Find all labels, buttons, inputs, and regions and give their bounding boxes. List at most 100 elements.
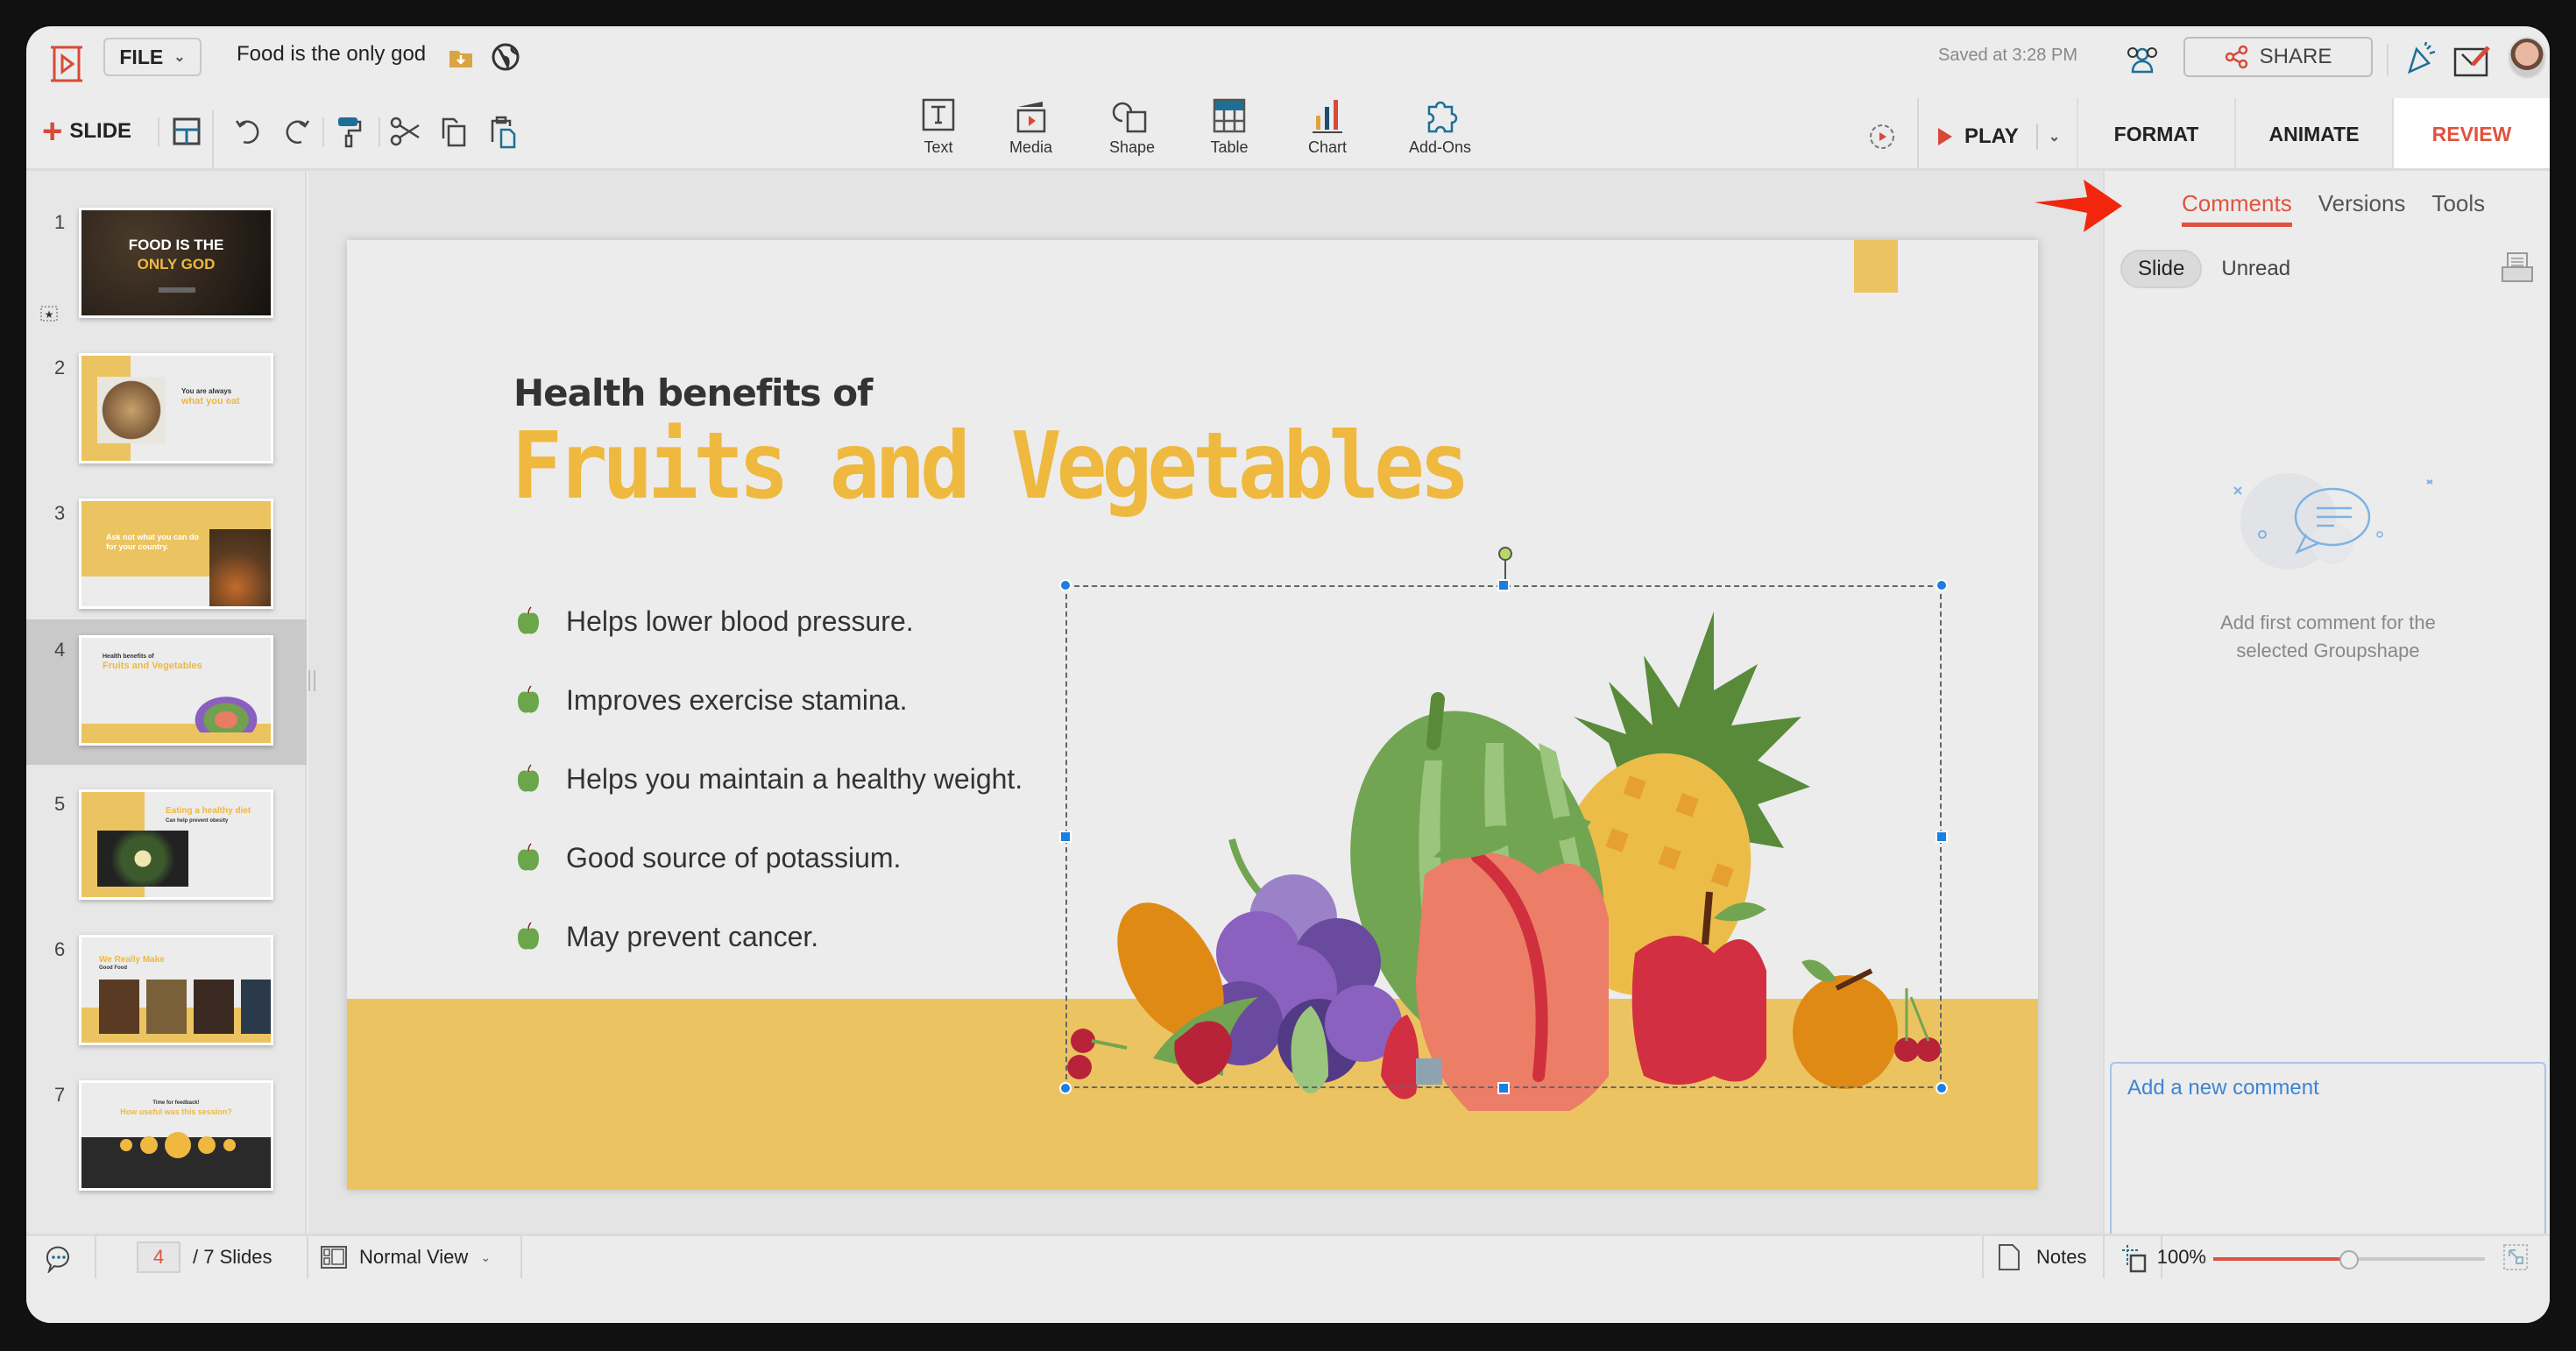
apple-bullet-icon <box>518 922 539 950</box>
rotation-handle[interactable] <box>1498 547 1512 561</box>
redo-icon[interactable] <box>280 114 312 149</box>
chat-icon[interactable] <box>44 1243 74 1273</box>
current-page-input[interactable]: 4 <box>137 1241 180 1273</box>
fit-to-window-icon[interactable] <box>2120 1243 2148 1273</box>
share-button[interactable]: SHARE <box>2183 37 2373 77</box>
divider <box>158 117 159 147</box>
resize-handle-sw[interactable] <box>1059 1082 1072 1094</box>
document-title[interactable]: Food is the only god <box>237 42 426 67</box>
divider <box>212 110 214 170</box>
copy-icon[interactable] <box>438 114 470 149</box>
thumb-sub: Can help prevent obesity <box>166 818 229 824</box>
tab-versions[interactable]: Versions <box>2318 190 2406 227</box>
resize-handle-nw[interactable] <box>1059 579 1072 591</box>
insert-addons-label: Add-Ons <box>1409 138 1472 156</box>
divider <box>2035 124 2038 150</box>
slide-corner-tag <box>1854 240 1898 293</box>
thumb-photo <box>209 529 271 606</box>
bullet-item: Improves exercise stamina. <box>515 661 1023 739</box>
insert-chart-button[interactable]: Chart <box>1307 96 1348 166</box>
shape-icon <box>1112 102 1147 133</box>
slide-thumbnail-2[interactable]: 2 You are always what you eat <box>26 337 307 483</box>
zoom-slider[interactable] <box>2213 1250 2485 1270</box>
add-slide-button[interactable]: + SLIDE <box>42 114 131 149</box>
paste-icon[interactable] <box>487 114 519 149</box>
slide-number: 4 <box>54 639 66 661</box>
slide-thumbnail-5[interactable]: 5 Eating a healthy diet Can help prevent… <box>26 774 307 919</box>
layout-icon[interactable] <box>172 114 203 149</box>
filter-slide[interactable]: Slide <box>2120 250 2203 288</box>
announcement-icon[interactable] <box>2403 42 2438 77</box>
resize-handle-n[interactable] <box>1497 579 1510 591</box>
collaborators-icon[interactable] <box>2122 44 2162 75</box>
tab-animate[interactable]: ANIMATE <box>2234 98 2392 170</box>
play-button[interactable]: PLAY ⌄ <box>1936 110 2060 163</box>
table-icon <box>1213 98 1246 133</box>
page-navigator: 4 / 7 Slides <box>137 1236 272 1278</box>
notes-button[interactable]: Notes <box>1998 1236 2086 1278</box>
slide-thumbnail-3[interactable]: 3 Ask not what you can do for your count… <box>26 483 307 628</box>
user-avatar[interactable] <box>2508 37 2546 79</box>
chevron-down-icon: ⌄ <box>480 1249 492 1264</box>
view-mode-dropdown[interactable]: Normal View ⌄ <box>321 1236 491 1278</box>
slide-number: 3 <box>54 502 66 524</box>
slide-subtitle[interactable]: Health benefits of <box>513 371 873 414</box>
resize-handle-w[interactable] <box>1059 831 1072 843</box>
insert-table-button[interactable]: Table <box>1209 96 1249 166</box>
view-mode-label: Normal View <box>359 1246 469 1268</box>
tab-tools[interactable]: Tools <box>2431 190 2485 227</box>
thumb-preview: We Really Make Good Food <box>79 935 273 1045</box>
bullet-item: Helps lower blood pressure. <box>515 582 1023 661</box>
folder-icon[interactable] <box>449 47 473 68</box>
review-tabs: Comments Versions Tools <box>2182 190 2485 227</box>
slide-thumbnail-6[interactable]: 6 We Really Make Good Food <box>26 919 307 1065</box>
tab-review[interactable]: REVIEW <box>2392 98 2550 170</box>
bullet-list[interactable]: Helps lower blood pressure. Improves exe… <box>515 582 1023 976</box>
plus-icon: + <box>42 112 63 151</box>
feedback-icon[interactable] <box>2453 44 2494 77</box>
slide-thumbnail-1[interactable]: 1 FOOD IS THE ONLY GOD ★ <box>26 192 307 337</box>
slide-number: 5 <box>54 793 66 815</box>
resize-handle-s[interactable] <box>1497 1082 1510 1094</box>
slideshow-settings-icon[interactable] <box>1866 121 1898 152</box>
tab-comments[interactable]: Comments <box>2182 190 2292 227</box>
fullscreen-icon[interactable] <box>2502 1243 2529 1271</box>
insert-text-button[interactable]: Text <box>918 96 959 166</box>
filter-unread[interactable]: Unread <box>2221 257 2290 281</box>
puzzle-icon <box>1427 101 1457 133</box>
undo-icon[interactable] <box>233 114 265 149</box>
resize-handle-e[interactable] <box>1936 831 1948 843</box>
empty-line-2: selected Groupshape <box>2236 640 2420 661</box>
slide-4[interactable]: Health benefits of Fruits and Vegetables… <box>347 240 2038 1190</box>
show-logo-icon[interactable] <box>49 44 84 84</box>
chevron-down-icon: ⌄ <box>173 50 186 65</box>
bar-chart-icon <box>1313 100 1342 133</box>
zoom-knob[interactable] <box>2339 1250 2359 1270</box>
file-menu-button[interactable]: FILE ⌄ <box>103 38 202 76</box>
insert-media-button[interactable]: Media <box>1009 96 1052 166</box>
tab-format[interactable]: FORMAT <box>2077 98 2234 170</box>
globe-icon[interactable] <box>491 42 520 72</box>
resize-handle-se[interactable] <box>1936 1082 1948 1094</box>
comment-filters: Slide Unread <box>2120 250 2290 288</box>
divider <box>520 1236 522 1278</box>
thumb-photo <box>99 980 139 1034</box>
format-painter-icon[interactable] <box>333 114 364 149</box>
slide-title[interactable]: Fruits and Vegetables <box>512 412 1470 520</box>
bullet-text: Good source of potassium. <box>566 841 902 874</box>
selection-box[interactable] <box>1059 547 1948 1094</box>
zoom-fill <box>2213 1257 2349 1261</box>
slide-thumbnail-7[interactable]: 7 Time for feedback! How useful was this… <box>26 1065 307 1210</box>
notes-page-icon <box>1999 1244 2020 1270</box>
thumb-preview: Health benefits of Fruits and Vegetables <box>79 635 273 746</box>
play-options-chevron-icon[interactable]: ⌄ <box>2049 128 2060 145</box>
panel-resize-handle[interactable] <box>308 670 315 691</box>
archive-tray-icon[interactable] <box>2501 251 2534 283</box>
insert-shape-button[interactable]: Shape <box>1109 96 1155 166</box>
thumb-emojis <box>117 1132 239 1158</box>
divider <box>95 1236 96 1278</box>
resize-handle-ne[interactable] <box>1936 579 1948 591</box>
insert-addons-button[interactable]: Add-Ons <box>1409 96 1471 166</box>
slide-thumbnail-4[interactable]: 4 Health benefits of Fruits and Vegetabl… <box>26 619 307 765</box>
cut-scissors-icon[interactable] <box>389 114 421 149</box>
